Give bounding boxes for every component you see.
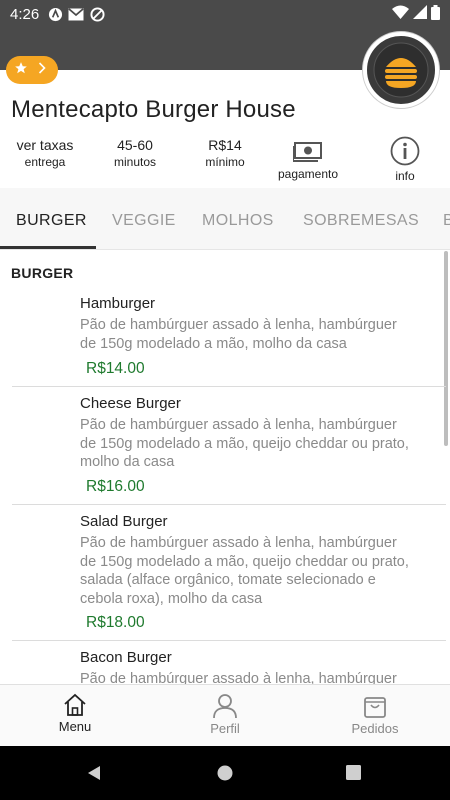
restaurant-logo: [363, 32, 439, 108]
menu-item-name: Salad Burger: [80, 513, 168, 530]
tab-veggie[interactable]: VEGGIE: [112, 212, 176, 230]
delivery-time: 45-60 minutos: [100, 136, 170, 170]
delivery-time-value: 45-60: [117, 137, 153, 153]
chevron-right-icon: [38, 61, 46, 79]
minimum-order: R$14 mínimo: [190, 136, 260, 170]
restaurant-name: Mentecapto Burger House: [11, 96, 296, 123]
menu-item-description: Pão de hambúrguer assado à lenha, hambúr…: [80, 671, 397, 684]
info-label: info: [395, 169, 415, 183]
nav-menu[interactable]: Menu: [35, 693, 115, 734]
tab-burger[interactable]: BURGER: [16, 212, 87, 230]
payment-label: pagamento: [277, 167, 339, 181]
tab-sobremesas[interactable]: SOBREMESAS: [303, 212, 419, 230]
wifi-icon: [392, 5, 409, 23]
back-icon[interactable]: [86, 765, 102, 786]
nav-profile[interactable]: Perfil: [185, 693, 265, 736]
menu-item-name: Bacon Burger: [80, 649, 172, 666]
minimum-order-label: mínimo: [205, 155, 245, 169]
info-button[interactable]: info: [370, 136, 440, 184]
menu-item-price: R$14.00: [86, 360, 145, 377]
recents-icon[interactable]: [346, 765, 361, 785]
star-icon: [14, 61, 28, 80]
category-tabs: BURGER VEGGIE MOLHOS SOBREMESAS B: [0, 188, 450, 250]
active-tab-indicator: [0, 246, 96, 249]
tab-molhos[interactable]: MOLHOS: [202, 212, 274, 230]
nav-profile-label: Perfil: [210, 721, 240, 736]
tab-partial[interactable]: B: [443, 212, 450, 230]
menu-item-description: Pão de hambúrguer assado à lenha, hambúr…: [80, 317, 397, 352]
menu-item-description: Pão de hambúrguer assado à lenha, hambúr…: [80, 535, 409, 607]
nav-menu-label: Menu: [58, 719, 92, 734]
minimum-order-value: R$14: [208, 137, 242, 153]
signal-icon: [413, 5, 427, 23]
payment-button[interactable]: pagamento: [272, 136, 344, 182]
delivery-time-unit: minutos: [113, 155, 157, 169]
person-icon: [213, 694, 237, 719]
menu-item[interactable]: Cheese Burger Pão de hambúrguer assado à…: [12, 395, 446, 505]
delivery-fees-label: ver taxas: [16, 137, 74, 153]
status-bar: 4:26: [0, 0, 450, 28]
info-icon: [390, 136, 420, 166]
delivery-fees[interactable]: ver taxas entrega: [10, 136, 80, 170]
status-time: 4:26: [10, 5, 40, 23]
favorite-toggle[interactable]: [6, 56, 58, 84]
bottom-navigation: Menu Perfil Pedidos: [0, 684, 450, 746]
restaurant-info-row: ver taxas entrega 45-60 minutos R$14 mín…: [0, 136, 450, 186]
home-icon: [64, 693, 86, 716]
money-icon: [293, 142, 322, 162]
battery-icon: [431, 4, 440, 24]
app-a-icon: [47, 6, 63, 22]
nav-orders[interactable]: Pedidos: [335, 693, 415, 736]
menu-list[interactable]: BURGER Hamburger Pão de hambúrguer assad…: [0, 251, 450, 684]
menu-item-name: Cheese Burger: [80, 395, 181, 412]
section-title: BURGER: [11, 265, 74, 281]
nav-orders-label: Pedidos: [351, 721, 399, 736]
home-button-icon[interactable]: [217, 765, 233, 786]
menu-item[interactable]: Bacon Burger Pão de hambúrguer assado à …: [12, 649, 446, 684]
menu-item-price: R$18.00: [86, 614, 145, 631]
gmail-icon: [68, 6, 84, 22]
blocked-icon: [89, 6, 105, 22]
menu-item[interactable]: Hamburger Pão de hambúrguer assado à len…: [12, 295, 446, 387]
menu-item-name: Hamburger: [80, 295, 156, 312]
menu-item-description: Pão de hambúrguer assado à lenha, hambúr…: [80, 417, 409, 470]
menu-item[interactable]: Salad Burger Pão de hambúrguer assado à …: [12, 513, 446, 641]
burger-logo-icon: [373, 42, 429, 98]
shopping-bag-icon: [364, 697, 386, 718]
system-navigation-bar: [0, 746, 450, 800]
delivery-fees-sub: entrega: [24, 155, 66, 169]
menu-item-price: R$16.00: [86, 478, 145, 495]
